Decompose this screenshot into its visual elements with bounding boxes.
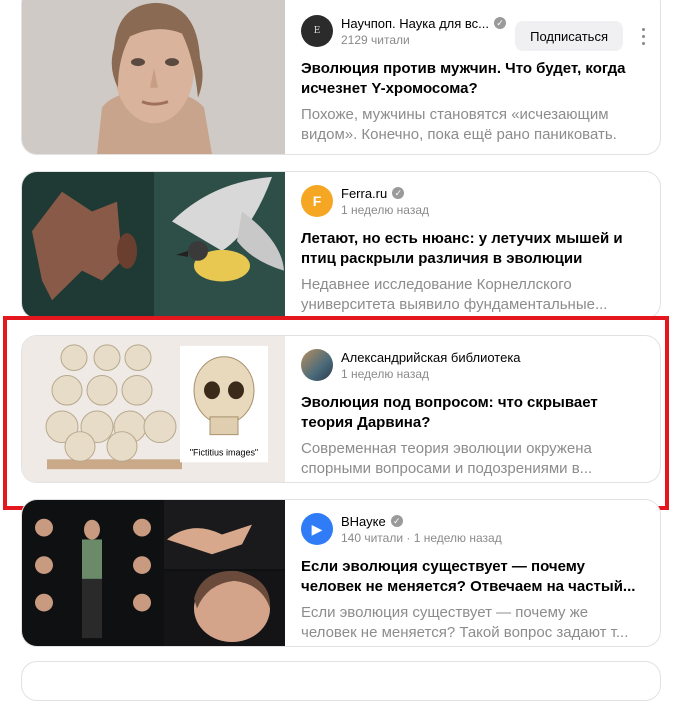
article-card[interactable]: E Научпоп. Наука для вс... ✓ 2129 читали… bbox=[21, 0, 661, 155]
article-snippet[interactable]: Современная теория эволюции окружена спо… bbox=[301, 439, 644, 479]
article-title[interactable]: Эволюция против мужчин. Что будет, когда… bbox=[301, 59, 644, 99]
source-avatar[interactable]: F bbox=[301, 185, 333, 217]
article-image-skulls[interactable]: "Fictitius images" bbox=[22, 336, 285, 482]
vnauke-logo-icon: ▶ bbox=[311, 520, 323, 537]
source-name[interactable]: ВНауке bbox=[341, 514, 386, 529]
article-snippet[interactable]: Если эволюция существует — почему же чел… bbox=[301, 603, 644, 643]
article-card[interactable]: F Ferra.ru ✓ 1 неделю назад Летают, но е… bbox=[21, 171, 661, 319]
article-snippet[interactable]: Похоже, мужчины становятся «исчезающим в… bbox=[301, 105, 644, 145]
article-image-bat-bird[interactable] bbox=[22, 172, 285, 318]
article-meta: 2129 читали bbox=[341, 32, 410, 47]
more-options-icon[interactable] bbox=[640, 28, 646, 46]
article-meta: 1 неделю назад bbox=[341, 366, 430, 381]
source-avatar[interactable]: E bbox=[301, 15, 333, 47]
article-title[interactable]: Эволюция под вопросом: что скрывает теор… bbox=[301, 393, 644, 433]
article-card[interactable] bbox=[21, 661, 661, 701]
ferra-logo-icon: F bbox=[312, 193, 322, 209]
verified-icon: ✓ bbox=[392, 187, 405, 199]
article-snippet[interactable]: Недавнее исследование Корнеллского униве… bbox=[301, 275, 644, 315]
article-card[interactable]: "Fictitius images" Александрийская библи… bbox=[21, 335, 661, 483]
article-title[interactable]: Летают, но есть нюанс: у летучих мышей и… bbox=[301, 229, 644, 269]
subscribe-button[interactable]: Подписаться bbox=[515, 21, 623, 51]
source-avatar[interactable]: ▶ bbox=[301, 513, 333, 545]
article-image-face[interactable] bbox=[22, 0, 285, 154]
verified-icon: ✓ bbox=[390, 515, 403, 527]
article-meta: 140 читали · 1 неделю назад bbox=[341, 530, 502, 545]
article-title[interactable]: Если эволюция существует — почему челове… bbox=[301, 557, 644, 597]
logo-icon: E bbox=[313, 26, 321, 36]
article-meta: 1 неделю назад bbox=[341, 202, 430, 217]
article-card[interactable]: ▶ ВНауке ✓ 140 читали · 1 неделю назад Е… bbox=[21, 499, 661, 647]
library-logo-icon bbox=[301, 349, 333, 381]
verified-icon: ✓ bbox=[493, 17, 506, 29]
source-name[interactable]: Научпоп. Наука для вс... bbox=[341, 16, 489, 31]
article-image-human[interactable] bbox=[22, 500, 285, 646]
source-name[interactable]: Ferra.ru bbox=[341, 186, 387, 201]
source-name[interactable]: Александрийская библиотека bbox=[341, 350, 521, 365]
image-caption: "Fictitius images" bbox=[190, 447, 258, 457]
source-avatar[interactable] bbox=[301, 349, 333, 381]
